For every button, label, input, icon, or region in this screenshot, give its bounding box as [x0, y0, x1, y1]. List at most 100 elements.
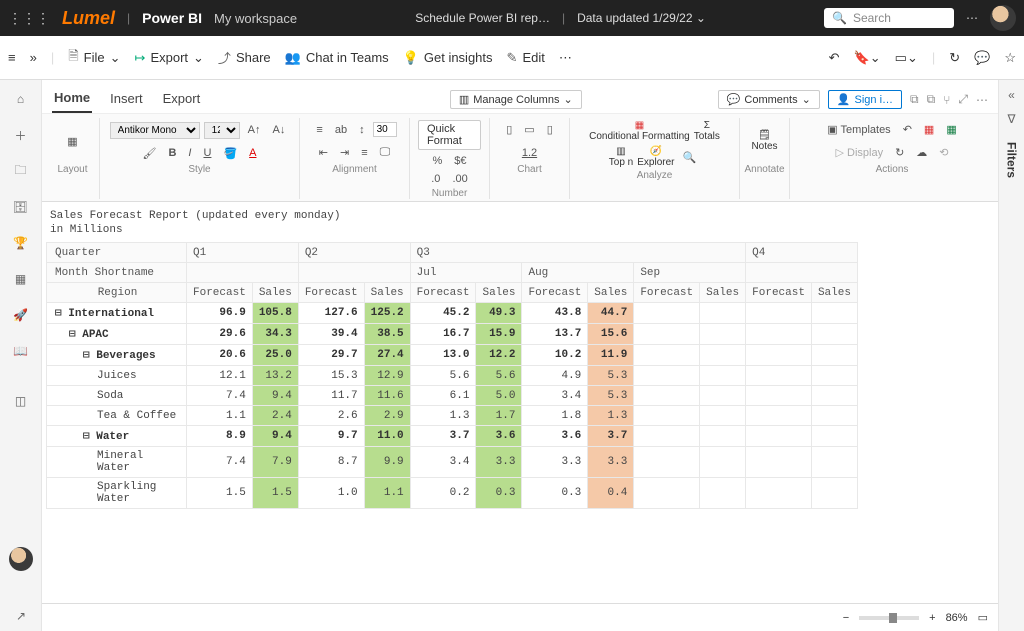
data-cell[interactable]	[746, 366, 812, 386]
data-cell[interactable]: 5.6	[476, 366, 522, 386]
data-cell[interactable]	[634, 345, 700, 366]
chart-more-icon[interactable]: ▯	[543, 122, 557, 137]
get-insights-button[interactable]: 💡Get insights	[403, 50, 493, 66]
data-cell[interactable]	[700, 426, 746, 447]
data-cell[interactable]: 10.2	[522, 345, 588, 366]
data-cell[interactable]: 1.5	[187, 478, 253, 509]
data-cell[interactable]: 38.5	[364, 324, 410, 345]
indent-right-icon[interactable]: ⇥	[336, 145, 353, 160]
align-center-icon[interactable]: ≡	[357, 146, 371, 160]
decimal-dec-icon[interactable]: .00	[448, 172, 471, 186]
data-cell[interactable]: 6.1	[410, 386, 476, 406]
data-cell[interactable]: 29.7	[298, 345, 364, 366]
fit-page-icon[interactable]: ▭	[978, 611, 988, 624]
grid-icon[interactable]: ▦	[12, 270, 30, 288]
chart-bar-icon[interactable]: ▭	[520, 122, 538, 137]
app-launcher-icon[interactable]: ⋮⋮⋮	[8, 10, 50, 27]
notes-button[interactable]: 🗒Notes	[751, 130, 777, 152]
data-cell[interactable]	[700, 478, 746, 509]
data-cell[interactable]	[700, 303, 746, 324]
indent-left-icon[interactable]: ⇤	[315, 145, 332, 160]
cloud-icon[interactable]: ☁	[912, 145, 931, 160]
data-cell[interactable]: 5.3	[588, 386, 634, 406]
expand-icon[interactable]: ⤢	[958, 92, 968, 107]
data-cell[interactable]: 127.6	[298, 303, 364, 324]
col-sales[interactable]: Sales	[476, 283, 522, 303]
table-row[interactable]: ⊟ Beverages20.625.029.727.413.012.210.21…	[47, 345, 858, 366]
layout-icon[interactable]: ▦	[63, 134, 81, 149]
data-cell[interactable]	[811, 324, 857, 345]
database-icon[interactable]: 🗄	[12, 198, 30, 216]
data-cell[interactable]	[700, 386, 746, 406]
data-cell[interactable]	[811, 447, 857, 478]
data-updated[interactable]: Data updated 1/29/22 ⌄	[577, 11, 706, 25]
book-icon[interactable]: 📖	[12, 342, 30, 360]
col-sales[interactable]: Sales	[364, 283, 410, 303]
data-cell[interactable]	[746, 426, 812, 447]
data-cell[interactable]: 2.6	[298, 406, 364, 426]
data-cell[interactable]: 8.9	[187, 426, 253, 447]
data-cell[interactable]: 1.5	[252, 478, 298, 509]
share-button[interactable]: ⤴Share	[218, 48, 271, 67]
data-cell[interactable]: 9.4	[252, 386, 298, 406]
trophy-icon[interactable]: 🏆	[12, 234, 30, 252]
col-q2[interactable]: Q2	[298, 243, 410, 263]
data-cell[interactable]	[746, 386, 812, 406]
data-cell[interactable]	[634, 426, 700, 447]
sync-icon[interactable]: ⟲	[935, 145, 952, 160]
table-row[interactable]: Juices12.113.215.312.95.65.64.95.3	[47, 366, 858, 386]
increase-font-icon[interactable]: A↑	[244, 123, 265, 137]
data-cell[interactable]	[811, 345, 857, 366]
data-cell[interactable]: 0.2	[410, 478, 476, 509]
zoom-in-icon[interactable]: +	[929, 612, 935, 624]
col-forecast[interactable]: Forecast	[410, 283, 476, 303]
data-cell[interactable]	[634, 303, 700, 324]
data-cell[interactable]: 25.0	[252, 345, 298, 366]
data-cell[interactable]: 13.0	[410, 345, 476, 366]
bold-icon[interactable]: B	[164, 146, 180, 160]
data-cell[interactable]	[746, 324, 812, 345]
col-sales[interactable]: Sales	[252, 283, 298, 303]
copy-icon[interactable]: ⧉	[910, 92, 919, 107]
data-cell[interactable]: 8.7	[298, 447, 364, 478]
data-cell[interactable]: 13.2	[252, 366, 298, 386]
data-cell[interactable]: 3.3	[522, 447, 588, 478]
data-cell[interactable]: 5.3	[588, 366, 634, 386]
edit-button[interactable]: ✎Edit	[507, 50, 545, 66]
col-sales[interactable]: Sales	[588, 283, 634, 303]
tab-export[interactable]: Export	[161, 87, 203, 112]
align-num-input[interactable]	[373, 122, 397, 137]
font-color-icon[interactable]: A	[245, 146, 260, 160]
data-cell[interactable]	[634, 447, 700, 478]
home-icon[interactable]: ⌂	[12, 90, 30, 108]
table-row[interactable]: Tea & Coffee1.12.42.62.91.31.71.81.3	[47, 406, 858, 426]
export-menu[interactable]: ↦Export ⌄	[135, 50, 204, 66]
data-cell[interactable]: 16.7	[410, 324, 476, 345]
row-height-icon[interactable]: ↕	[355, 123, 369, 137]
filters-label[interactable]: Filters	[1005, 142, 1019, 178]
data-cell[interactable]: 3.7	[588, 426, 634, 447]
report-title[interactable]: Schedule Power BI rep…	[415, 11, 550, 25]
undo-icon[interactable]: ↶	[829, 50, 840, 66]
table-row[interactable]: ⊟ Water8.99.49.711.03.73.63.63.7	[47, 426, 858, 447]
data-cell[interactable]	[634, 478, 700, 509]
data-cell[interactable]: 12.1	[187, 366, 253, 386]
table-row[interactable]: Sparkling Water1.51.51.01.10.20.30.30.4	[47, 478, 858, 509]
expand-icon[interactable]: »	[30, 50, 37, 65]
data-cell[interactable]: 0.3	[476, 478, 522, 509]
view-icon[interactable]: ▭⌄	[895, 50, 918, 66]
zoom-out-icon[interactable]: −	[843, 612, 849, 624]
search-icon[interactable]: 🔍	[679, 150, 701, 165]
data-cell[interactable]: 12.2	[476, 345, 522, 366]
col-q3[interactable]: Q3	[410, 243, 745, 263]
data-cell[interactable]: 3.4	[410, 447, 476, 478]
data-cell[interactable]	[634, 324, 700, 345]
table-row[interactable]: Soda7.49.411.711.66.15.03.45.3	[47, 386, 858, 406]
data-cell[interactable]: 7.4	[187, 447, 253, 478]
user-avatar-small[interactable]	[9, 547, 33, 571]
data-cell[interactable]: 3.7	[410, 426, 476, 447]
table-row[interactable]: Mineral Water7.47.98.79.93.43.33.33.3	[47, 447, 858, 478]
data-cell[interactable]: 11.9	[588, 345, 634, 366]
data-cell[interactable]: 1.8	[522, 406, 588, 426]
file-menu[interactable]: 🗎File ⌄	[68, 47, 120, 69]
